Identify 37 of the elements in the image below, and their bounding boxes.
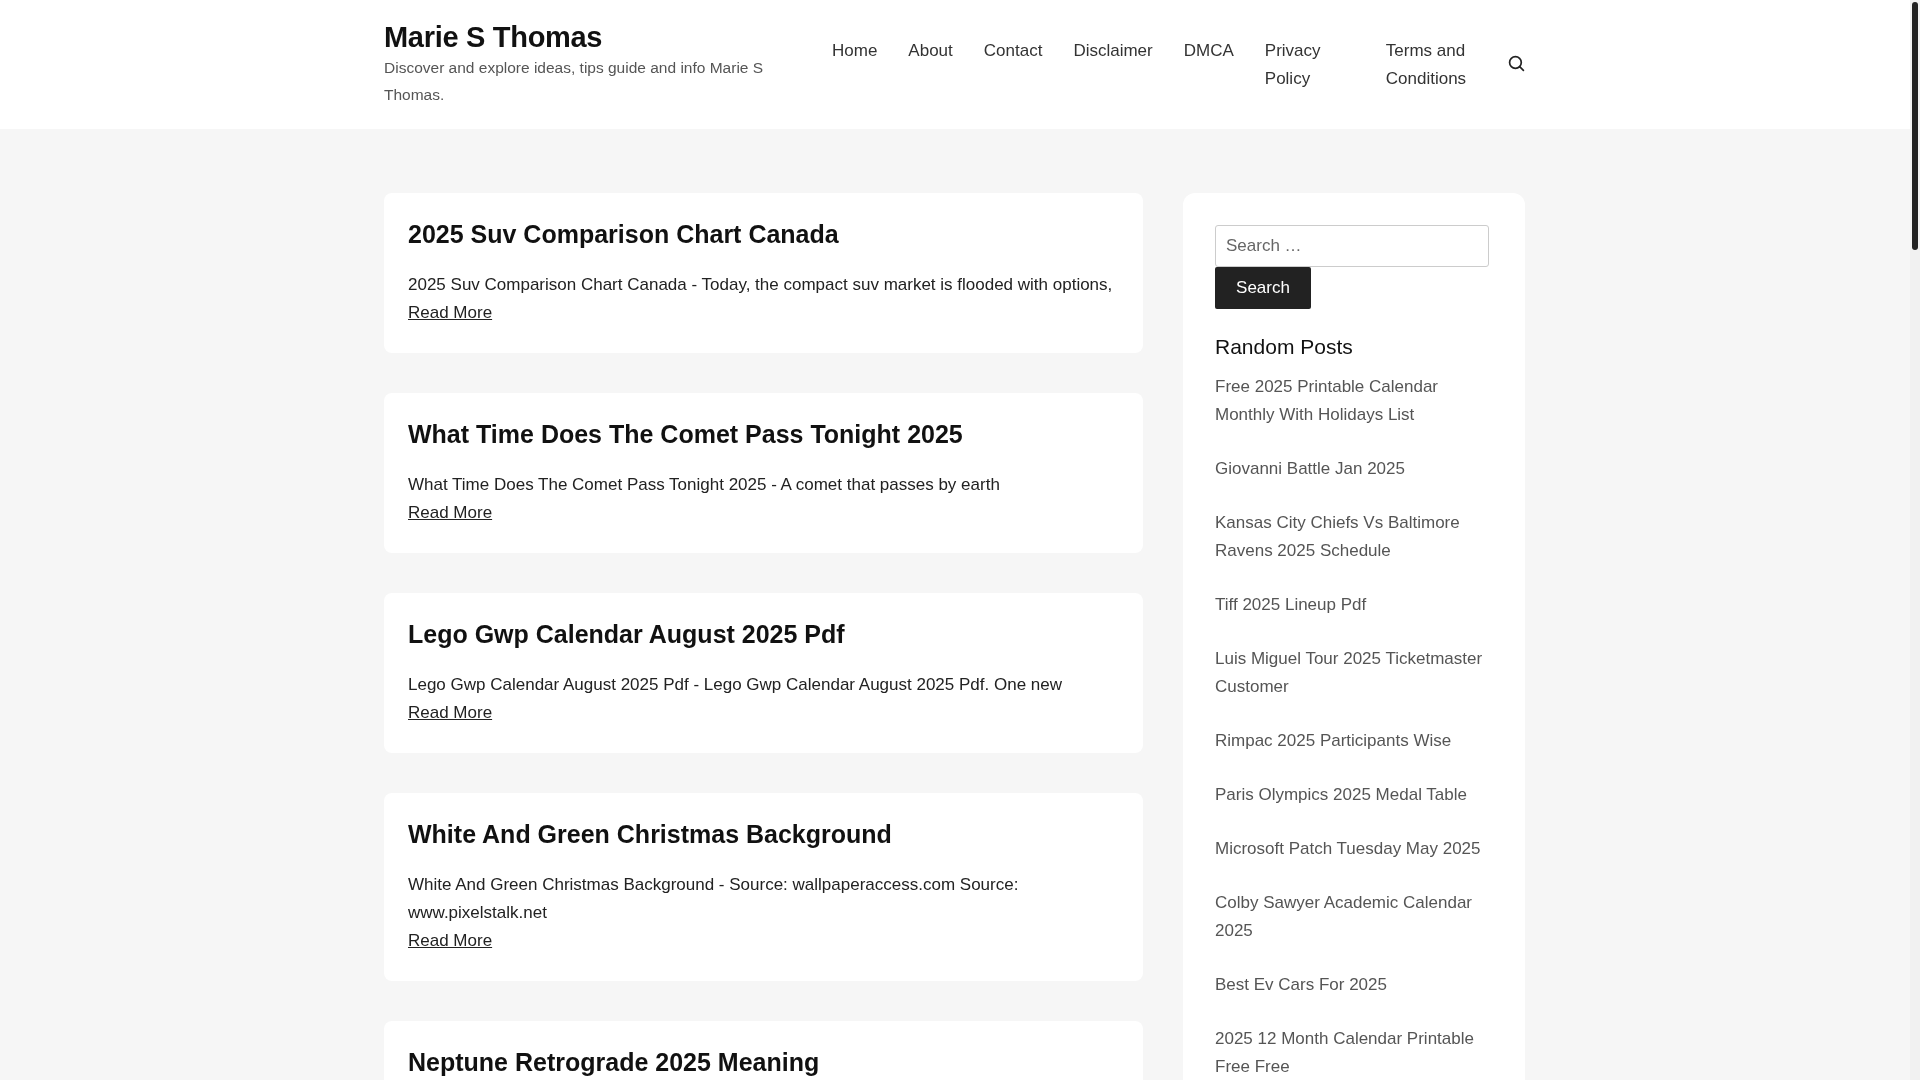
nav-link[interactable]: Contact	[983, 37, 1043, 93]
random-post-link[interactable]: Colby Sawyer Academic Calendar 2025	[1215, 889, 1489, 945]
site-title[interactable]: Marie S Thomas	[384, 20, 814, 54]
random-post-link[interactable]: 2025 12 Month Calendar Printable Free Free	[1215, 1025, 1489, 1080]
random-post-link[interactable]: Paris Olympics 2025 Medal Table	[1215, 781, 1467, 809]
random-post-link[interactable]: Microsoft Patch Tuesday May 2025	[1215, 835, 1481, 863]
post-excerpt: White And Green Christmas Background - Source: wallpaperaccess.com Source: www.pixelstalk.net	[408, 874, 1020, 924]
search-icon[interactable]	[1508, 55, 1525, 72]
random-post-link[interactable]: Tiff 2025 Lineup Pdf	[1215, 591, 1367, 619]
nav-link[interactable]: Privacy Policy	[1264, 37, 1355, 93]
nav-link[interactable]: DMCA	[1183, 37, 1234, 93]
read-more-link[interactable]: Read More	[408, 499, 493, 527]
read-more-link[interactable]: Read More	[408, 699, 493, 727]
post-excerpt: Lego Gwp Calendar August 2025 Pdf - Lego Gwp Calendar August 2025 Pdf. One new	[408, 674, 1063, 696]
post-title[interactable]: What Time Does The Comet Pass Tonight 2025	[408, 417, 1119, 451]
random-post-link[interactable]: Rimpac 2025 Participants Wise	[1215, 727, 1452, 755]
site-tagline: Discover and explore ideas, tips guide and info Marie S Thomas.	[384, 58, 765, 105]
post-title[interactable]: Lego Gwp Calendar August 2025 Pdf	[408, 617, 1119, 651]
random-post-link[interactable]: Best Ev Cars For 2025	[1215, 971, 1387, 999]
random-post-link[interactable]: Giovanni Battle Jan 2025	[1215, 455, 1405, 483]
post-excerpt: What Time Does The Comet Pass Tonight 2025 - A comet that passes by earth	[408, 474, 1001, 496]
post-title[interactable]: Neptune Retrograde 2025 Meaning	[408, 1045, 1119, 1079]
search-button[interactable]: Search	[1215, 267, 1311, 309]
search-field[interactable]: Search …	[1215, 225, 1489, 267]
random-post-link[interactable]: Luis Miguel Tour 2025 Ticketmaster Customer	[1215, 645, 1489, 701]
random-post-link[interactable]: Free 2025 Printable Calendar Monthly With Holidays List	[1215, 373, 1489, 429]
nav-link[interactable]: Terms and Conditions	[1385, 37, 1476, 93]
read-more-link[interactable]: Read More	[408, 299, 493, 327]
post-title[interactable]: 2025 Suv Comparison Chart Canada	[408, 217, 1119, 251]
post-title[interactable]: White And Green Christmas Background	[408, 817, 1119, 851]
random-post-link[interactable]: Kansas City Chiefs Vs Baltimore Ravens 2025 Schedule	[1215, 509, 1489, 565]
nav-link[interactable]: Home	[832, 37, 878, 93]
read-more-link[interactable]: Read More	[408, 927, 493, 955]
widget-heading: Random Posts	[1215, 335, 1353, 359]
post-excerpt: 2025 Suv Comparison Chart Canada - Today, the compact suv market is flooded with options,	[408, 274, 1114, 296]
nav-link[interactable]: Disclaimer	[1073, 37, 1153, 93]
nav-link[interactable]: About	[908, 37, 953, 93]
